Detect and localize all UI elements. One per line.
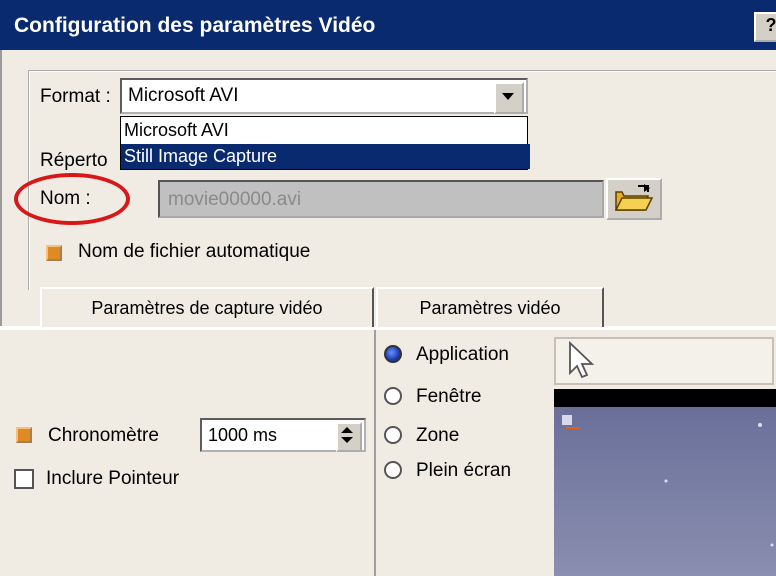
chronometer-value: 1000 ms: [208, 425, 278, 445]
include-pointer-checkbox[interactable]: [14, 469, 34, 489]
format-select-value: Microsoft AVI: [128, 85, 239, 106]
auto-filename-label: Nom de fichier automatique: [78, 241, 311, 262]
help-button[interactable]: ?: [754, 12, 776, 42]
filename-value: movie00000.avi: [168, 189, 302, 210]
tab-video-params[interactable]: Paramètres vidéo: [376, 287, 604, 327]
pick-window-button[interactable]: [554, 337, 774, 385]
chronometer-input[interactable]: 1000 ms: [200, 418, 366, 452]
radio-plein-ecran-label: Plein écran: [416, 460, 512, 481]
radio-zone[interactable]: [384, 426, 402, 444]
capture-preview: [554, 389, 776, 576]
chronometer-checkbox[interactable]: [16, 427, 32, 443]
tab-capture-video[interactable]: Paramètres de capture vidéo: [40, 287, 374, 327]
include-pointer-label: Inclure Pointeur: [46, 468, 180, 489]
format-select[interactable]: Microsoft AVI: [120, 78, 528, 114]
radio-plein-ecran[interactable]: [384, 461, 402, 479]
repertoire-label: Réperto: [40, 150, 108, 171]
spinner-arrows-icon[interactable]: [336, 422, 362, 452]
highlight-circle: [14, 173, 130, 225]
format-label: Format :: [40, 86, 111, 107]
chronometer-label: Chronomètre: [48, 425, 159, 446]
filename-field[interactable]: movie00000.avi: [158, 180, 604, 218]
radio-application[interactable]: [384, 345, 402, 363]
open-folder-icon: [614, 184, 654, 211]
capture-settings-panel: [0, 330, 376, 576]
format-option-still[interactable]: Still Image Capture: [121, 144, 530, 169]
radio-zone-label: Zone: [416, 425, 460, 446]
mouse-pointer-icon: [569, 341, 595, 379]
browse-folder-button[interactable]: [606, 178, 662, 220]
dialog-titlebar: Configuration des paramètres Vidéo ?: [0, 0, 776, 50]
format-dropdown-list: Microsoft AVI Still Image Capture: [120, 116, 530, 170]
format-option-avi[interactable]: Microsoft AVI: [121, 118, 530, 143]
radio-application-label: Application: [416, 344, 509, 365]
chevron-down-icon[interactable]: [494, 82, 524, 114]
radio-fenetre[interactable]: [384, 387, 402, 405]
dialog-title: Configuration des paramètres Vidéo: [14, 14, 376, 37]
radio-fenetre-label: Fenêtre: [416, 386, 482, 407]
auto-filename-checkbox[interactable]: [46, 245, 62, 261]
